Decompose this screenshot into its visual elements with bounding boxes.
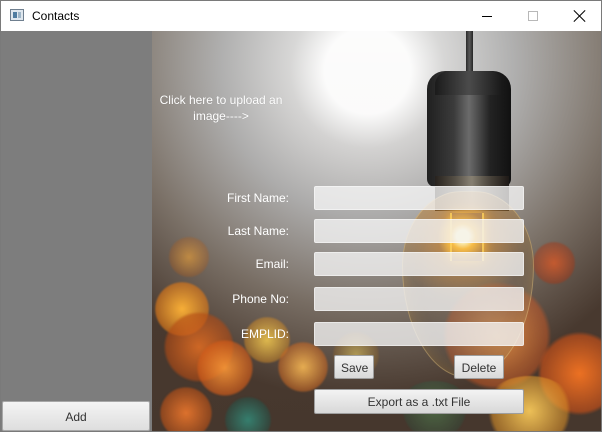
window-title-bar[interactable]: Contacts [1, 1, 601, 31]
last-name-input[interactable] [314, 219, 524, 243]
close-button[interactable] [556, 1, 601, 31]
close-icon [573, 9, 586, 22]
window-title: Contacts [32, 9, 80, 23]
bulb-socket [427, 71, 511, 187]
first-name-label: First Name: [226, 191, 289, 205]
first-name-row: First Name: [152, 186, 601, 210]
minimize-icon [482, 16, 492, 17]
last-name-label: Last Name: [227, 224, 289, 238]
first-name-input[interactable] [314, 186, 524, 210]
bokeh-light [277, 341, 329, 393]
phone-number-input[interactable] [314, 287, 524, 311]
export-txt-button[interactable]: Export as a .txt File [314, 389, 524, 414]
lightbulb-background-image: Click here to upload an image----> First… [152, 31, 601, 431]
application-window-icon [10, 9, 24, 21]
add-contact-button[interactable]: Add [2, 401, 150, 431]
maximize-button[interactable] [510, 1, 556, 31]
email-input[interactable] [314, 252, 524, 276]
emplid-input[interactable] [314, 322, 524, 346]
emplid-row: EMPLID: [152, 322, 601, 346]
email-row: Email: [152, 252, 601, 276]
email-label: Email: [255, 257, 289, 271]
contact-list-sidebar[interactable]: Add [1, 31, 152, 431]
phone-number-label: Phone No: [232, 292, 289, 306]
bokeh-light [224, 396, 272, 431]
upload-image-link[interactable]: Click here to upload an image----> [156, 92, 286, 124]
minimize-button[interactable] [464, 1, 510, 31]
maximize-icon [528, 11, 538, 21]
bokeh-light [159, 386, 213, 431]
phone-row: Phone No: [152, 287, 601, 311]
save-button[interactable]: Save [334, 355, 374, 379]
last-name-row: Last Name: [152, 219, 601, 243]
contacts-window: Contacts Add Click here to upload an ima… [0, 0, 602, 432]
emplid-label: EMPLID: [240, 327, 289, 341]
delete-button[interactable]: Delete [454, 355, 504, 379]
